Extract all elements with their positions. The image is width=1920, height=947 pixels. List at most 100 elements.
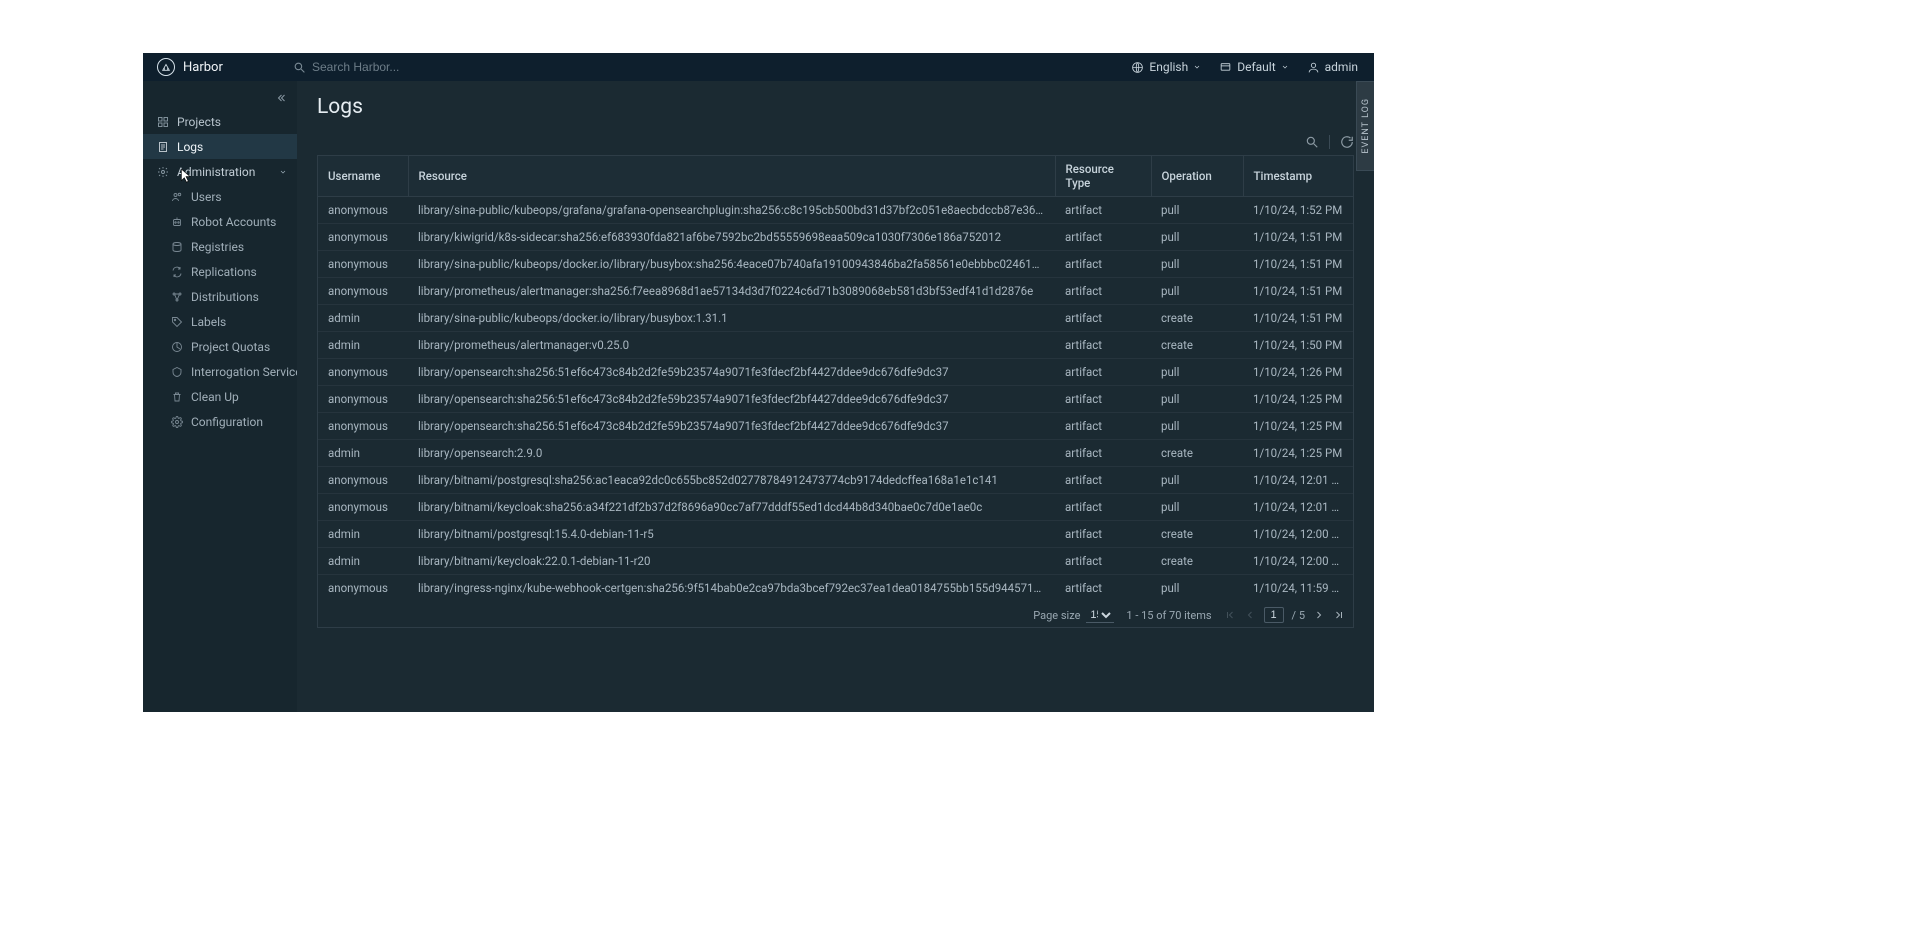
user-icon [1307,61,1320,74]
sidebar-item-logs[interactable]: Logs [143,134,297,159]
globe-icon [1131,61,1144,74]
cell-resource: library/kiwigrid/k8s-sidecar:sha256:ef68… [408,224,1055,251]
cell-resource-type: artifact [1055,386,1151,413]
col-header-resource-type[interactable]: Resource Type [1055,156,1151,197]
cell-resource: library/opensearch:sha256:51ef6c473c84b2… [408,386,1055,413]
cell-resource-type: artifact [1055,251,1151,278]
sidebar-item-distributions[interactable]: Distributions [143,284,297,309]
sidebar-item-administration[interactable]: Administration [143,159,297,184]
chevron-down-icon [1281,63,1289,71]
sidebar-item-replications[interactable]: Replications [143,259,297,284]
last-page-icon [1333,609,1345,621]
global-search[interactable] [293,60,492,74]
chevron-right-icon [1313,609,1325,621]
sidebar-label: Distributions [191,290,259,304]
cell-timestamp: 1/10/24, 1:50 PM [1243,332,1353,359]
sidebar-item-robot-accounts[interactable]: Robot Accounts [143,209,297,234]
divider [1329,135,1330,149]
table-header-row: Username Resource Resource Type Operatio… [318,156,1353,197]
logs-table: Username Resource Resource Type Operatio… [318,156,1353,601]
cell-timestamp: 1/10/24, 1:51 PM [1243,251,1353,278]
sidebar-item-registries[interactable]: Registries [143,234,297,259]
brand[interactable]: Harbor [143,58,293,76]
current-page-input[interactable] [1264,607,1284,623]
col-header-timestamp[interactable]: Timestamp [1243,156,1353,197]
table-row[interactable]: adminlibrary/sina-public/kubeops/docker.… [318,305,1353,332]
administration-icon [157,166,169,178]
robot-icon [171,216,183,228]
cell-timestamp: 1/10/24, 1:51 PM [1243,305,1353,332]
page-size-select[interactable]: 15 [1086,608,1114,623]
table-row[interactable]: anonymouslibrary/sina-public/kubeops/gra… [318,197,1353,224]
language-label: English [1149,60,1188,74]
cell-resource: library/prometheus/alertmanager:v0.25.0 [408,332,1055,359]
next-page-button[interactable] [1313,609,1325,621]
language-selector[interactable]: English [1131,60,1201,74]
col-header-operation[interactable]: Operation [1151,156,1243,197]
cell-username: anonymous [318,575,408,602]
quotas-icon [171,341,183,353]
cell-operation: pull [1151,359,1243,386]
theme-icon [1219,61,1232,74]
cell-resource-type: artifact [1055,413,1151,440]
cell-resource-type: artifact [1055,494,1151,521]
refresh-icon[interactable] [1340,135,1354,149]
table-row[interactable]: anonymouslibrary/bitnami/postgresql:sha2… [318,467,1353,494]
sidebar-label: Registries [191,240,244,254]
col-header-resource[interactable]: Resource [408,156,1055,197]
table-row[interactable]: anonymouslibrary/bitnami/keycloak:sha256… [318,494,1353,521]
sidebar-item-project-quotas[interactable]: Project Quotas [143,334,297,359]
table-row[interactable]: anonymouslibrary/sina-public/kubeops/doc… [318,251,1353,278]
last-page-button[interactable] [1333,609,1345,621]
cell-operation: pull [1151,575,1243,602]
page-title: Logs [317,95,1354,119]
col-header-username[interactable]: Username [318,156,408,197]
header-right: English Default admin [1131,60,1374,74]
logs-icon [157,141,169,153]
user-label: admin [1325,60,1358,74]
user-menu[interactable]: admin [1307,60,1358,74]
search-icon[interactable] [1305,135,1319,149]
sidebar-item-projects[interactable]: Projects [143,109,297,134]
interrogation-icon [171,366,183,378]
harbor-logo-icon [157,58,175,76]
logs-table-container: Username Resource Resource Type Operatio… [317,155,1354,628]
sidebar-item-cleanup[interactable]: Clean Up [143,384,297,409]
theme-selector[interactable]: Default [1219,60,1288,74]
cell-resource-type: artifact [1055,575,1151,602]
cell-resource-type: artifact [1055,197,1151,224]
table-row[interactable]: adminlibrary/bitnami/keycloak:22.0.1-deb… [318,548,1353,575]
table-row[interactable]: anonymouslibrary/opensearch:sha256:51ef6… [318,359,1353,386]
chevron-down-icon [1193,63,1201,71]
prev-page-button[interactable] [1244,609,1256,621]
table-row[interactable]: adminlibrary/prometheus/alertmanager:v0.… [318,332,1353,359]
sidebar-item-users[interactable]: Users [143,184,297,209]
cell-operation: pull [1151,278,1243,305]
table-row[interactable]: anonymouslibrary/ingress-nginx/kube-webh… [318,575,1353,602]
table-row[interactable]: adminlibrary/bitnami/postgresql:15.4.0-d… [318,521,1353,548]
cell-resource-type: artifact [1055,440,1151,467]
search-input[interactable] [312,60,492,74]
table-row[interactable]: anonymouslibrary/prometheus/alertmanager… [318,278,1353,305]
sidebar-item-interrogation[interactable]: Interrogation Services [143,359,297,384]
table-row[interactable]: anonymouslibrary/opensearch:sha256:51ef6… [318,413,1353,440]
search-icon [293,61,306,74]
table-row[interactable]: adminlibrary/opensearch:2.9.0artifactcre… [318,440,1353,467]
first-page-button[interactable] [1224,609,1236,621]
cell-timestamp: 1/10/24, 12:01 PM [1243,494,1353,521]
sidebar-collapse-icon[interactable] [275,92,287,104]
sidebar-label: Projects [177,115,221,129]
sidebar-item-configuration[interactable]: Configuration [143,409,297,434]
page-size-label: Page size [1033,609,1080,622]
cell-resource-type: artifact [1055,278,1151,305]
cell-timestamp: 1/10/24, 1:51 PM [1243,224,1353,251]
projects-icon [157,116,169,128]
event-log-tab[interactable]: EVENT LOG [1356,81,1374,171]
cell-resource: library/sina-public/kubeops/grafana/graf… [408,197,1055,224]
sidebar-item-labels[interactable]: Labels [143,309,297,334]
table-row[interactable]: anonymouslibrary/kiwigrid/k8s-sidecar:sh… [318,224,1353,251]
cell-resource-type: artifact [1055,467,1151,494]
cell-resource: library/opensearch:sha256:51ef6c473c84b2… [408,359,1055,386]
table-row[interactable]: anonymouslibrary/opensearch:sha256:51ef6… [318,386,1353,413]
sidebar-label: Users [191,190,222,204]
